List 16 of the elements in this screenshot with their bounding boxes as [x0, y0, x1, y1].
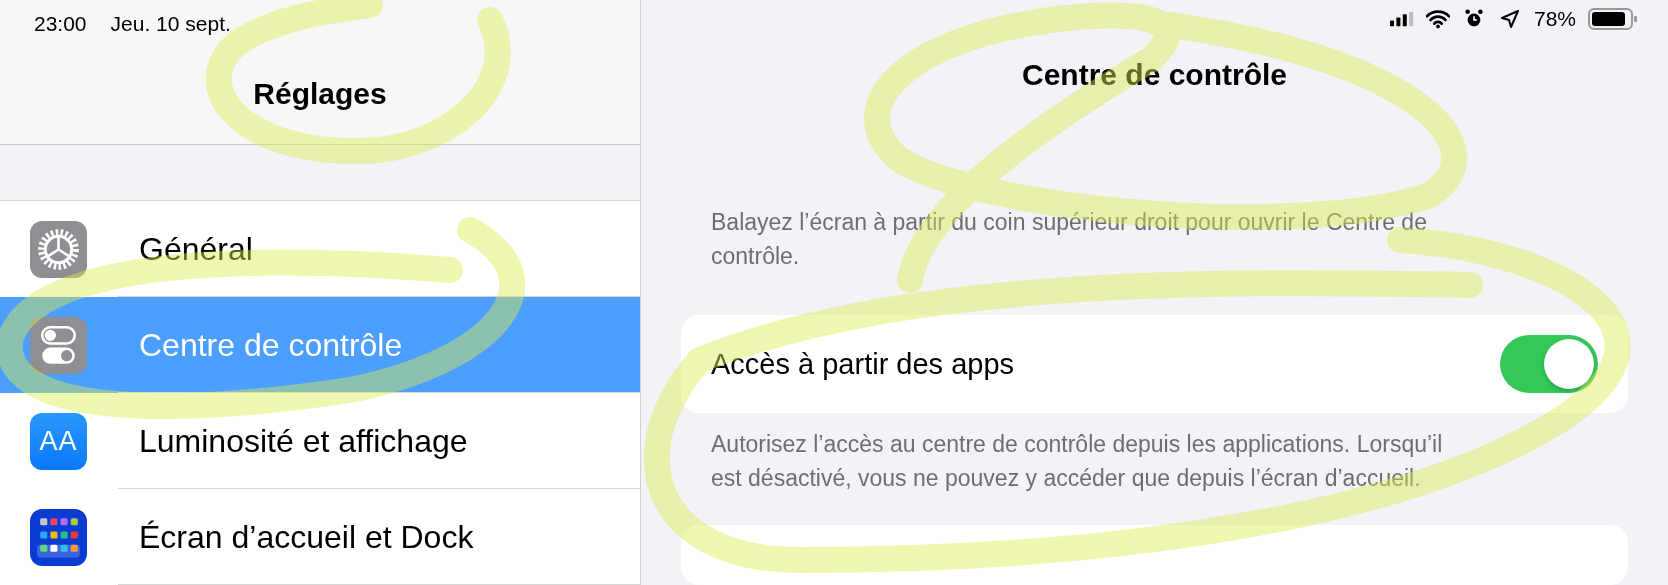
- page-title: Centre de contrôle: [1021, 57, 1288, 92]
- status-time: 23:00: [34, 12, 87, 36]
- switches-icon: [30, 316, 87, 374]
- status-date: Jeu. 10 sept.: [110, 12, 231, 36]
- sidebar-item[interactable]: Écran d’accueil et Dock: [0, 489, 640, 585]
- home-screen-icon: [30, 508, 87, 566]
- toggle-switch[interactable]: [1500, 335, 1598, 393]
- sidebar-title: Réglages: [253, 77, 387, 111]
- battery-icon: [1588, 8, 1638, 31]
- wifi-icon: [1425, 9, 1450, 30]
- sidebar-item[interactable]: AA Luminosité et affichage: [0, 393, 640, 489]
- sidebar-item[interactable]: Général: [0, 201, 640, 297]
- gear-icon: [30, 220, 87, 278]
- toggle-label: Accès à partir des apps: [711, 347, 1015, 381]
- battery-percentage: 78%: [1533, 7, 1576, 32]
- text-size-icon: AA: [30, 412, 87, 470]
